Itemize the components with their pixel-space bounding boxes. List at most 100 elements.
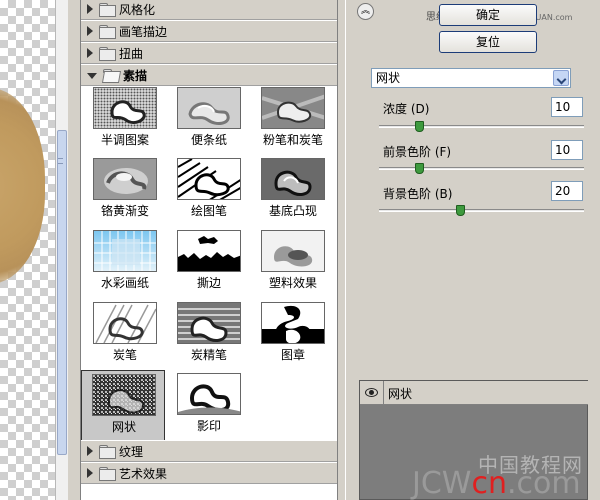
layer-visibility-toggle[interactable] xyxy=(360,381,384,404)
filter-thumbnail xyxy=(261,87,325,129)
collapse-arrow-icon xyxy=(87,73,97,79)
background-level-input[interactable]: 20 xyxy=(551,181,583,201)
category-label: 扭曲 xyxy=(119,46,144,61)
filter-thumbnail xyxy=(177,230,241,272)
filter-water-paper[interactable]: 水彩画纸 xyxy=(83,227,167,299)
category-label: 艺术效果 xyxy=(119,466,168,481)
foreground-level-label: 前景色阶 (F) xyxy=(383,145,452,159)
watermark-en-red: cn xyxy=(471,466,507,500)
filter-label: 撕边 xyxy=(196,276,221,290)
filter-label: 网状 xyxy=(111,420,136,434)
foreground-level-slider-track[interactable] xyxy=(379,163,584,174)
category-label: 素描 xyxy=(123,68,148,83)
density-slider-knob[interactable] xyxy=(415,121,424,132)
filter-label: 便条纸 xyxy=(190,133,227,147)
category-label: 纹理 xyxy=(119,444,144,459)
category-label: 画笔描边 xyxy=(119,24,168,39)
filter-select-dropdown[interactable]: 网状 xyxy=(371,68,571,88)
filter-label: 炭笔 xyxy=(112,348,137,362)
filter-torn-edges[interactable]: 撕边 xyxy=(167,227,251,299)
filter-halftone[interactable]: 半调图案 xyxy=(83,84,167,156)
eye-icon xyxy=(365,388,378,397)
filter-thumbnail xyxy=(177,87,241,129)
folder-icon xyxy=(99,445,116,459)
filter-photocopy[interactable]: 影印 xyxy=(167,370,251,442)
filter-thumbnail xyxy=(93,302,157,344)
density-input[interactable]: 10 xyxy=(551,97,583,117)
filter-note-paper[interactable]: 便条纸 xyxy=(167,84,251,156)
filter-thumbnail xyxy=(261,302,325,344)
filter-graphic-pen[interactable]: 绘图笔 xyxy=(167,155,251,227)
reset-button[interactable]: 复位 xyxy=(439,31,537,53)
chevron-down-icon[interactable] xyxy=(553,70,569,86)
effect-layer-name: 网状 xyxy=(388,387,413,401)
density-slider-track[interactable] xyxy=(379,121,584,132)
filter-stamp[interactable]: 图章 xyxy=(251,299,335,371)
category-sketch[interactable]: 素描 xyxy=(81,64,337,86)
folder-icon xyxy=(99,25,116,39)
filter-label: 绘图笔 xyxy=(190,204,227,218)
filter-thumbnail xyxy=(93,87,157,129)
filter-settings-panel: ︽ 思缘设计论坛 www.MISSVUAN.com 确定 复位 网状 浓度 (D… xyxy=(345,0,600,500)
filter-thumbnail xyxy=(261,230,325,272)
background-level-slider-knob[interactable] xyxy=(456,205,465,216)
filter-thumbnail xyxy=(177,302,241,344)
filter-thumbnail xyxy=(92,374,156,416)
background-level-label: 背景色阶 (B) xyxy=(383,187,453,201)
expand-arrow-icon xyxy=(87,4,93,14)
preview-scrollbar[interactable] xyxy=(55,0,68,500)
density-label: 浓度 (D) xyxy=(383,102,430,116)
filter-thumbnail xyxy=(261,158,325,200)
ok-button[interactable]: 确定 xyxy=(439,4,537,26)
filter-select-value: 网状 xyxy=(376,71,401,85)
expand-arrow-icon xyxy=(87,468,93,478)
folder-icon xyxy=(99,3,116,17)
filter-chalk-charcoal[interactable]: 粉笔和炭笔 xyxy=(251,84,335,156)
category-stylize[interactable]: 风格化 xyxy=(81,0,337,20)
filter-bas-relief[interactable]: 基底凸现 xyxy=(251,155,335,227)
category-distort[interactable]: 扭曲 xyxy=(81,42,337,64)
filter-label: 粉笔和炭笔 xyxy=(262,133,323,147)
filter-label: 基底凸现 xyxy=(268,204,317,218)
filter-label: 半调图案 xyxy=(100,133,149,147)
effect-layer-row[interactable]: 网状 xyxy=(360,381,588,405)
filter-chrome[interactable]: 铬黄渐变 xyxy=(83,155,167,227)
foreground-level-slider-knob[interactable] xyxy=(415,163,424,174)
filter-plaster[interactable]: 塑料效果 xyxy=(251,227,335,299)
filter-thumbnail xyxy=(177,373,241,415)
folder-icon xyxy=(99,467,116,481)
double-chevron-up-icon: ︽ xyxy=(360,6,370,16)
expand-arrow-icon xyxy=(87,48,93,58)
watermark-bottom-en: JCWcn.com xyxy=(412,466,581,500)
filter-label: 影印 xyxy=(196,419,221,433)
watermark-en-part: JCW xyxy=(412,466,472,500)
foreground-level-input[interactable]: 10 xyxy=(551,140,583,160)
preview-image-blob xyxy=(0,88,45,284)
preview-scrollbar-thumb[interactable] xyxy=(57,130,67,455)
grip-icon xyxy=(58,158,63,164)
category-brush-strokes[interactable]: 画笔描边 xyxy=(81,20,337,42)
watermark-en-part: .com xyxy=(506,466,581,500)
background-level-slider-track[interactable] xyxy=(379,205,584,216)
open-folder-icon xyxy=(103,69,119,81)
filter-label: 铬黄渐变 xyxy=(100,204,149,218)
filter-thumbnail xyxy=(93,230,157,272)
filter-gallery: 风格化 画笔描边 扭曲 素描 半调图案 便条纸 粉笔和炭笔 铬黄渐变 绘图笔 基… xyxy=(80,0,421,500)
collapse-gallery-button[interactable]: ︽ xyxy=(357,3,374,20)
folder-icon xyxy=(99,47,116,61)
category-artistic[interactable]: 艺术效果 xyxy=(81,462,337,484)
filter-thumbnail xyxy=(177,158,241,200)
category-label: 风格化 xyxy=(119,2,156,17)
filter-label: 塑料效果 xyxy=(268,276,317,290)
filter-conte-crayon[interactable]: 炭精笔 xyxy=(167,299,251,371)
filter-charcoal[interactable]: 炭笔 xyxy=(83,299,167,371)
category-texture[interactable]: 纹理 xyxy=(81,440,337,462)
expand-arrow-icon xyxy=(87,26,93,36)
image-preview xyxy=(0,0,55,500)
filter-label: 水彩画纸 xyxy=(100,276,149,290)
filter-label: 图章 xyxy=(280,348,305,362)
expand-arrow-icon xyxy=(87,446,93,456)
filter-thumbnail-grid: 半调图案 便条纸 粉笔和炭笔 铬黄渐变 绘图笔 基底凸现 水彩画纸 撕边 塑料效… xyxy=(81,84,337,442)
filter-reticulation[interactable]: 网状 xyxy=(81,370,165,442)
filter-label: 炭精笔 xyxy=(190,348,227,362)
